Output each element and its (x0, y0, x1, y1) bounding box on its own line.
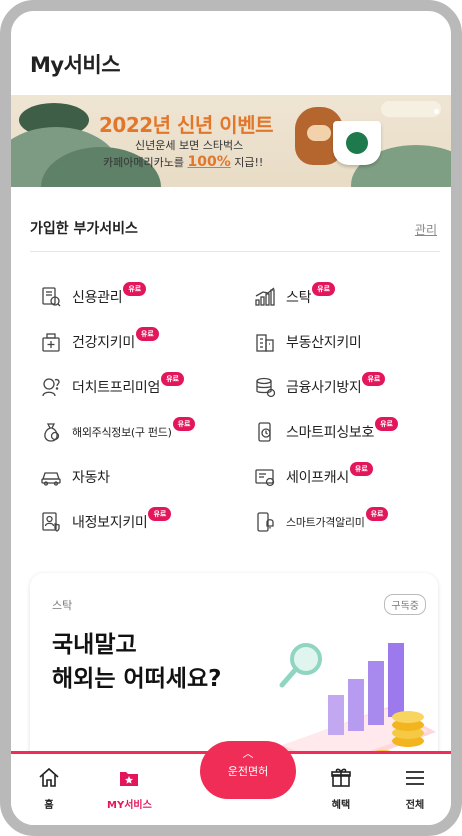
paid-badge: 유료 (349, 462, 373, 476)
paid-badge: 유료 (375, 417, 398, 431)
stock-growth-illustration (278, 643, 436, 767)
banner-headline: 2022년 신년 이벤트 (99, 113, 274, 137)
paid-badge: 유료 (172, 417, 196, 431)
person-question-icon (40, 376, 62, 398)
service-item-health[interactable]: 건강지키미 유료 (40, 327, 159, 356)
star-folder-icon (117, 766, 141, 794)
service-label: 해외주식정보(구 펀드) (72, 426, 172, 439)
nav-benefits-label: 혜택 (331, 800, 351, 811)
safe-cash-icon (254, 466, 276, 488)
service-item-stock[interactable]: 스탁 유료 (254, 282, 336, 311)
gift-icon (329, 766, 353, 794)
starbucks-logo (346, 132, 368, 154)
paid-badge: 유료 (365, 507, 389, 521)
magnifier-image (279, 643, 322, 688)
service-label: 부동산지키미 (286, 335, 362, 351)
service-label: 더치트프리미엄 (72, 380, 161, 396)
subscribed-services-title: 가입한 부가서비스 (30, 221, 138, 237)
service-item-realestate[interactable]: 부동산지키미 (254, 328, 362, 356)
money-bag-icon (40, 421, 62, 443)
service-label: 신용관리 (72, 290, 123, 306)
building-icon (254, 331, 276, 353)
phone-bell-icon (254, 511, 276, 533)
paid-badge: 유료 (312, 282, 336, 296)
subscribed-badge: 구독중 (384, 594, 426, 615)
banner-cloud (381, 101, 441, 117)
home-icon (37, 766, 61, 794)
service-label: 금융사기방지 (286, 380, 362, 396)
service-label: 스마트가격알리미 (286, 516, 365, 529)
coin-stack-icon (254, 376, 276, 398)
service-label: 건강지키미 (72, 335, 135, 351)
banner-line2-prefix: 카페아메리카노를 (103, 156, 188, 169)
service-item-smart-phishing[interactable]: 스마트피싱보호 유료 (254, 417, 398, 446)
drive-license-button[interactable]: ︿ 운전면허 (200, 741, 296, 799)
service-label: 스마트피싱보호 (286, 425, 375, 441)
nav-home[interactable]: 홈 (37, 766, 61, 811)
promo-headline-2: 해외는 어떠세요? (52, 666, 222, 692)
service-item-thecheat[interactable]: 더치트프리미엄 유료 (40, 372, 184, 401)
phone-shield-icon (254, 421, 276, 443)
chevron-up-icon: ︿ (242, 747, 254, 760)
service-item-car[interactable]: 자동차 (40, 463, 110, 491)
nav-benefits[interactable]: 혜택 (329, 766, 353, 811)
promo-headline: 국내말고 (52, 632, 137, 658)
service-label: 내정보지키미 (72, 515, 148, 531)
credit-report-icon (40, 286, 62, 308)
paid-badge: 유료 (135, 327, 159, 341)
nav-home-label: 홈 (44, 800, 54, 811)
nav-my-services-label: MY서비스 (107, 800, 152, 811)
service-item-credit[interactable]: 신용관리 유료 (40, 282, 147, 311)
banner-percent: 100% (187, 154, 231, 170)
service-label: 세이프캐시 (286, 470, 349, 486)
service-item-overseas-stock[interactable]: 해외주식정보(구 펀드) 유료 (40, 417, 196, 446)
coffee-cup-image (333, 121, 381, 165)
id-shield-icon (40, 511, 62, 533)
menu-icon (403, 766, 427, 794)
paid-badge: 유료 (123, 282, 147, 296)
page-title: My서비스 (30, 53, 121, 77)
banner-subtitle-2: 카페아메리카노를 100% 지급!! (103, 154, 263, 170)
banner-page-indicator (434, 109, 439, 114)
paid-badge: 유료 (161, 372, 184, 386)
paid-badge: 유료 (362, 372, 386, 386)
nav-my-services[interactable]: MY서비스 (107, 766, 152, 811)
nav-all-label: 전체 (405, 800, 425, 811)
nav-all[interactable]: 전체 (403, 766, 427, 811)
service-item-safe-cash[interactable]: 세이프캐시 유료 (254, 462, 373, 491)
phone-frame: My서비스 2022년 신년 이벤트 신년운세 보면 스타벅스 카페아메리카노를… (0, 0, 462, 836)
health-kit-icon (40, 331, 62, 353)
banner-line2-suffix: 지급!! (230, 156, 264, 169)
service-item-my-info[interactable]: 내정보지키미 유료 (40, 507, 172, 536)
promo-category: 스탁 (52, 599, 73, 612)
event-banner[interactable]: 2022년 신년 이벤트 신년운세 보면 스타벅스 카페아메리카노를 100% … (11, 95, 451, 187)
paid-badge: 유료 (148, 507, 172, 521)
drive-license-label: 운전면허 (227, 765, 269, 778)
stock-chart-icon (254, 286, 276, 308)
car-icon (40, 466, 62, 488)
service-item-price-alert[interactable]: 스마트가격알리미 유료 (254, 507, 389, 536)
service-item-fraud[interactable]: 금융사기방지 유료 (254, 372, 386, 401)
section-divider (30, 251, 440, 252)
service-label: 스탁 (286, 290, 312, 306)
service-label: 자동차 (72, 470, 110, 486)
manage-link[interactable]: 관리 (415, 221, 437, 238)
banner-subtitle: 신년운세 보면 스타벅스 (135, 139, 244, 152)
